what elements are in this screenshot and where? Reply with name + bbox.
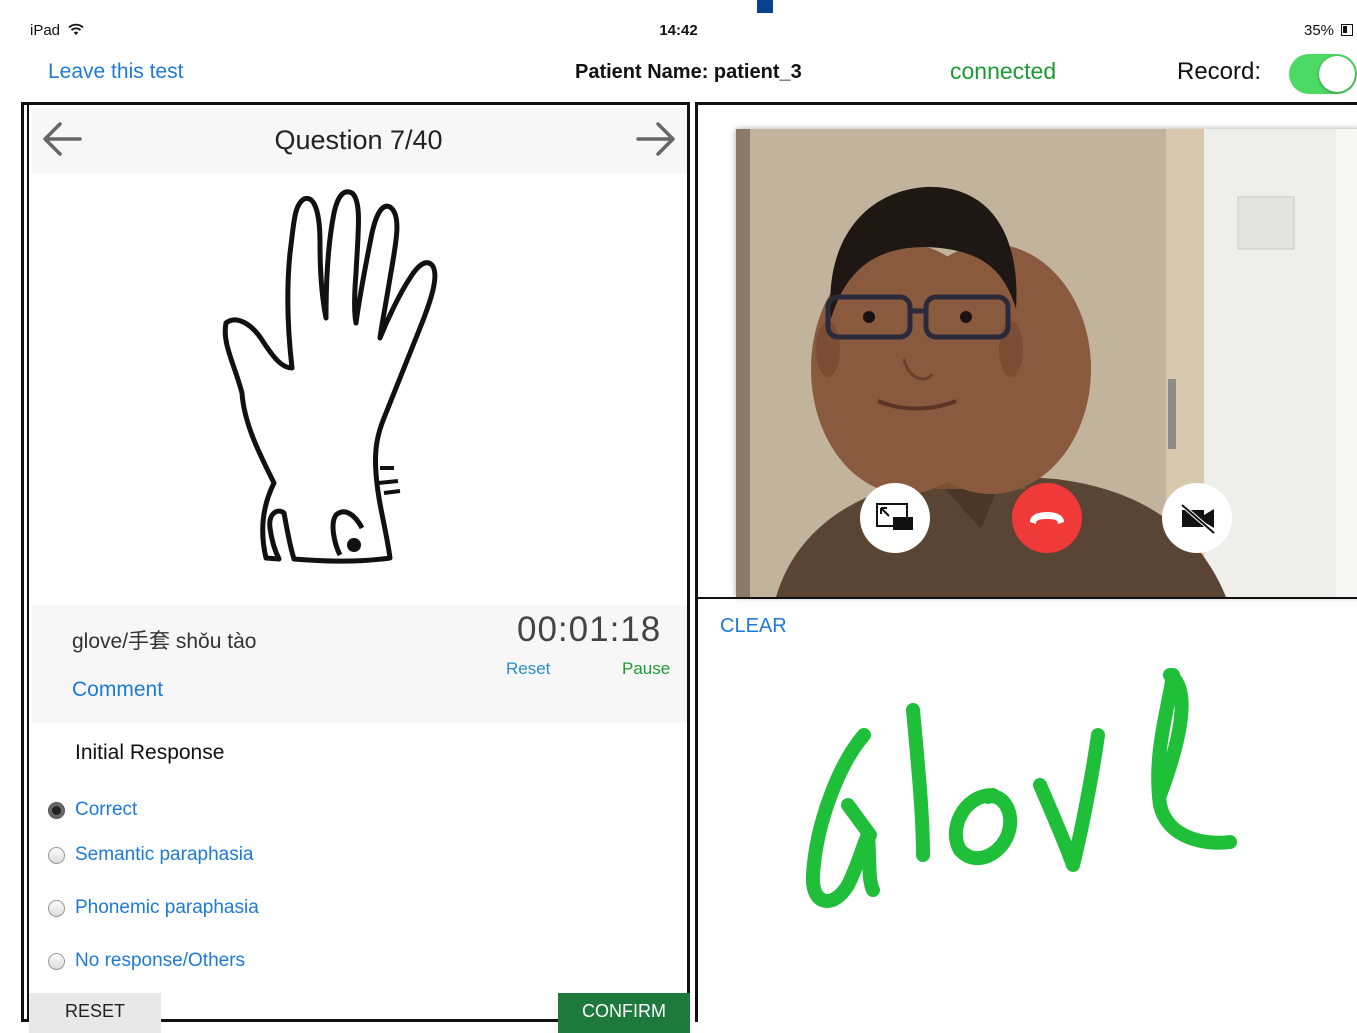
status-bar: iPad 14:42 35% <box>0 0 1357 48</box>
session-panel: CLEAR <box>695 102 1357 1022</box>
notch-indicator <box>757 0 773 13</box>
pip-icon <box>876 503 913 530</box>
initial-response-label: Initial Response <box>75 741 225 764</box>
radio-label: No response/Others <box>75 950 246 971</box>
radio-option-semantic[interactable]: Semantic paraphasia <box>48 841 254 869</box>
radio-label: Phonemic paraphasia <box>75 897 259 918</box>
hangup-icon <box>1030 512 1064 524</box>
leave-test-link[interactable]: Leave this test <box>48 60 183 84</box>
record-label: Record: <box>1177 58 1262 85</box>
pip-button[interactable] <box>860 483 930 553</box>
radio-label: Correct <box>75 799 138 820</box>
battery-icon <box>1341 24 1353 36</box>
timer-pause-button[interactable]: Pause <box>622 659 670 679</box>
radio-option-correct[interactable]: Correct <box>48 796 137 824</box>
clock: 14:42 <box>659 22 698 39</box>
radio-selected-icon <box>48 801 65 819</box>
hangup-button[interactable] <box>1012 483 1082 553</box>
connection-status: connected <box>950 58 1057 84</box>
timer-display: 00:01:18 <box>517 610 662 649</box>
clear-canvas-button[interactable]: CLEAR <box>720 615 787 638</box>
confirm-button[interactable]: CONFIRM <box>558 993 690 1033</box>
radio-icon <box>48 952 65 970</box>
comment-link[interactable]: Comment <box>72 678 163 702</box>
radio-option-no-response[interactable]: No response/Others <box>48 947 245 975</box>
camera-off-button[interactable] <box>1162 483 1232 553</box>
question-panel: Question 7/40 glove/手套 shǒu tào Comment … <box>21 102 690 1033</box>
battery-percentage: 35% <box>1304 22 1335 39</box>
patient-name: Patient Name: patient_3 <box>575 61 802 83</box>
video-divider <box>698 597 1357 599</box>
reset-button[interactable]: RESET <box>29 993 161 1033</box>
next-question-icon[interactable] <box>632 115 680 163</box>
question-title: Question 7/40 <box>274 125 443 155</box>
radio-label: Semantic paraphasia <box>75 844 254 865</box>
camera-off-icon <box>1180 503 1216 535</box>
target-word: glove/手套 shǒu tào <box>72 630 257 653</box>
radio-option-phonemic[interactable]: Phonemic paraphasia <box>48 894 259 922</box>
drawing-canvas[interactable] <box>698 645 1357 1025</box>
timer-reset-button[interactable]: Reset <box>506 659 550 679</box>
radio-icon <box>48 899 65 917</box>
glove-picture <box>222 189 438 564</box>
radio-icon <box>48 846 65 864</box>
video-feed <box>736 129 1357 597</box>
toggle-knob <box>1319 56 1355 92</box>
record-toggle[interactable] <box>1289 54 1357 94</box>
